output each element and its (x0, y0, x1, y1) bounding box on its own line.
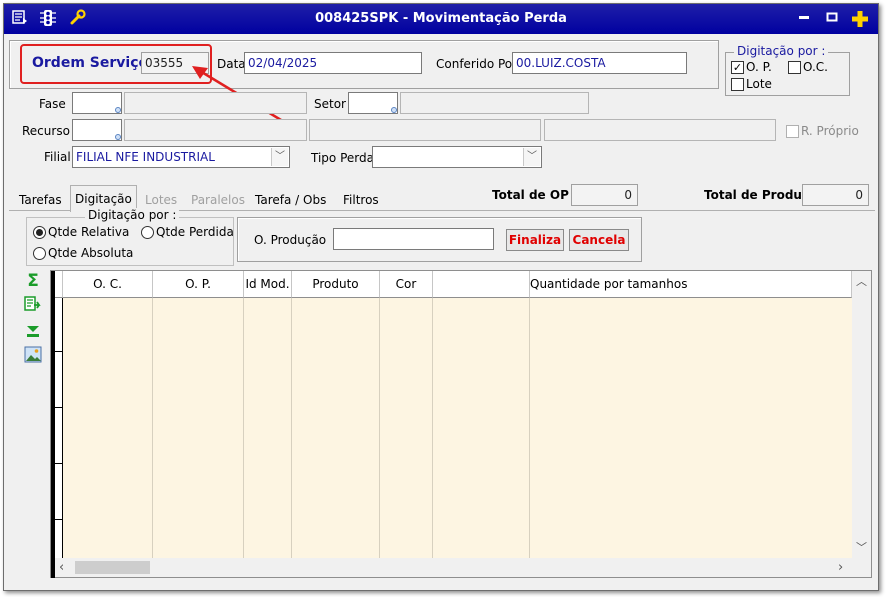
op-checkbox[interactable]: ✓ (731, 61, 744, 74)
qtde-relativa-label: Qtde Relativa (48, 225, 130, 239)
grid-row-tick (55, 351, 63, 352)
digitacao-radio-legend: Digitação por : (85, 208, 180, 222)
lookup-icon (115, 134, 121, 140)
tab-tarefa-obs[interactable]: Tarefa / Obs (250, 187, 331, 211)
qtde-absoluta-label: Qtde Absoluta (48, 246, 134, 260)
sum-icon[interactable]: Σ (24, 272, 42, 290)
grid-row-tick (55, 463, 63, 464)
scroll-up-icon[interactable]: ︿ (852, 273, 871, 289)
grid-header-quantidade[interactable]: Quantidade por tamanhos (530, 271, 852, 298)
grid-col-cor (380, 298, 433, 558)
add-icon[interactable] (850, 9, 870, 29)
finaliza-button[interactable]: Finaliza (506, 229, 564, 251)
grid-col-quantidade (530, 298, 852, 558)
grid-header-cor[interactable]: Cor (380, 271, 433, 298)
cancela-button[interactable]: Cancela (569, 229, 629, 251)
grid-col-produto (292, 298, 380, 558)
tab-paralelos[interactable]: Paralelos (186, 187, 250, 211)
filial-select[interactable]: FILIAL NFE INDUSTRIAL ﹀ (72, 146, 290, 168)
recurso-label: Recurso (22, 124, 70, 138)
lote-label: Lote (746, 77, 772, 91)
grid-header-idmod[interactable]: Id Mod. (244, 271, 292, 298)
grid-header-op[interactable]: O. P. (153, 271, 244, 298)
grid-header-oc[interactable]: O. C. (63, 271, 153, 298)
title-bar: 008425SPK - Movimentação Perda (4, 4, 878, 34)
grid-header-indicator (55, 271, 63, 298)
fase-label: Fase (39, 97, 66, 111)
setor-label: Setor (314, 97, 346, 111)
conferido-input[interactable]: 00.LUIZ.COSTA (512, 52, 687, 74)
grid-row-tick (55, 519, 63, 520)
grid-header-blank[interactable] (433, 271, 530, 298)
image-icon[interactable] (24, 346, 42, 364)
setor-code-input[interactable] (348, 92, 398, 114)
filial-value: FILIAL NFE INDUSTRIAL (76, 150, 215, 164)
maximize-icon[interactable] (822, 9, 842, 29)
fase-desc-input (124, 92, 307, 114)
grid-col-idmod (244, 298, 292, 558)
producao-label: O. Produção (254, 233, 327, 247)
oc-label: O.C. (803, 60, 828, 74)
grid-col-op (153, 298, 244, 558)
qtde-perdida-label: Qtde Perdida (156, 225, 234, 239)
lookup-icon (391, 107, 397, 113)
qtde-perdida-radio[interactable] (141, 226, 154, 239)
horizontal-scroll-thumb[interactable] (75, 561, 150, 574)
chevron-down-icon[interactable]: ﹀ (271, 148, 288, 166)
rproprio-label: R. Próprio (801, 124, 859, 138)
tab-tarefas[interactable]: Tarefas (14, 187, 67, 211)
window-title: 008425SPK - Movimentação Perda (315, 11, 567, 26)
lote-checkbox[interactable] (731, 78, 744, 91)
rproprio-checkbox[interactable] (786, 125, 799, 138)
oc-checkbox[interactable] (788, 61, 801, 74)
op-label: O. P. (746, 60, 772, 74)
chevron-down-icon[interactable]: ﹀ (523, 148, 540, 166)
setor-desc-input (400, 92, 589, 114)
total-op-label: Total de OP´s (492, 188, 583, 202)
export-icon[interactable] (24, 296, 42, 314)
qtde-absoluta-radio[interactable] (33, 247, 46, 260)
items-grid[interactable]: O. C. O. P. Id Mod. Produto Cor Quantida… (50, 270, 872, 578)
total-prod-value: 0 (802, 184, 869, 206)
grid-col-blank (433, 298, 530, 558)
filial-label: Filial (44, 150, 71, 164)
minimize-icon[interactable] (794, 9, 814, 29)
qtde-relativa-radio[interactable] (33, 226, 46, 239)
fase-code-input[interactable] (72, 92, 122, 114)
ordem-label: Ordem Serviço (32, 55, 149, 71)
download-icon[interactable] (24, 322, 42, 340)
lookup-icon (115, 107, 121, 113)
scroll-left-icon[interactable]: ‹ (59, 560, 73, 575)
recurso-desc-input (124, 119, 307, 141)
tipo-perda-select[interactable]: ﹀ (372, 146, 542, 168)
recurso-extra-input-1 (309, 119, 541, 141)
recurso-extra-input-2 (544, 119, 776, 141)
grid-header-produto[interactable]: Produto (292, 271, 380, 298)
conferido-label: Conferido Por (436, 57, 518, 71)
grid-col-oc (63, 298, 153, 558)
horizontal-scrollbar[interactable] (55, 558, 871, 577)
tab-filtros[interactable]: Filtros (338, 187, 384, 211)
recurso-code-input[interactable] (72, 119, 122, 141)
scroll-down-icon[interactable]: ﹀ (852, 539, 871, 555)
grid-row-tick (55, 407, 63, 408)
producao-input[interactable] (333, 228, 494, 250)
vertical-scrollbar[interactable] (852, 271, 871, 558)
scroll-right-icon[interactable]: › (838, 560, 852, 575)
tipo-perda-label: Tipo Perda (311, 151, 374, 165)
total-op-value: 0 (571, 184, 638, 206)
digitacao-legend: Digitação por : (734, 44, 829, 58)
main-window: 008425SPK - Movimentação Perda Ordem Ser… (3, 3, 879, 591)
